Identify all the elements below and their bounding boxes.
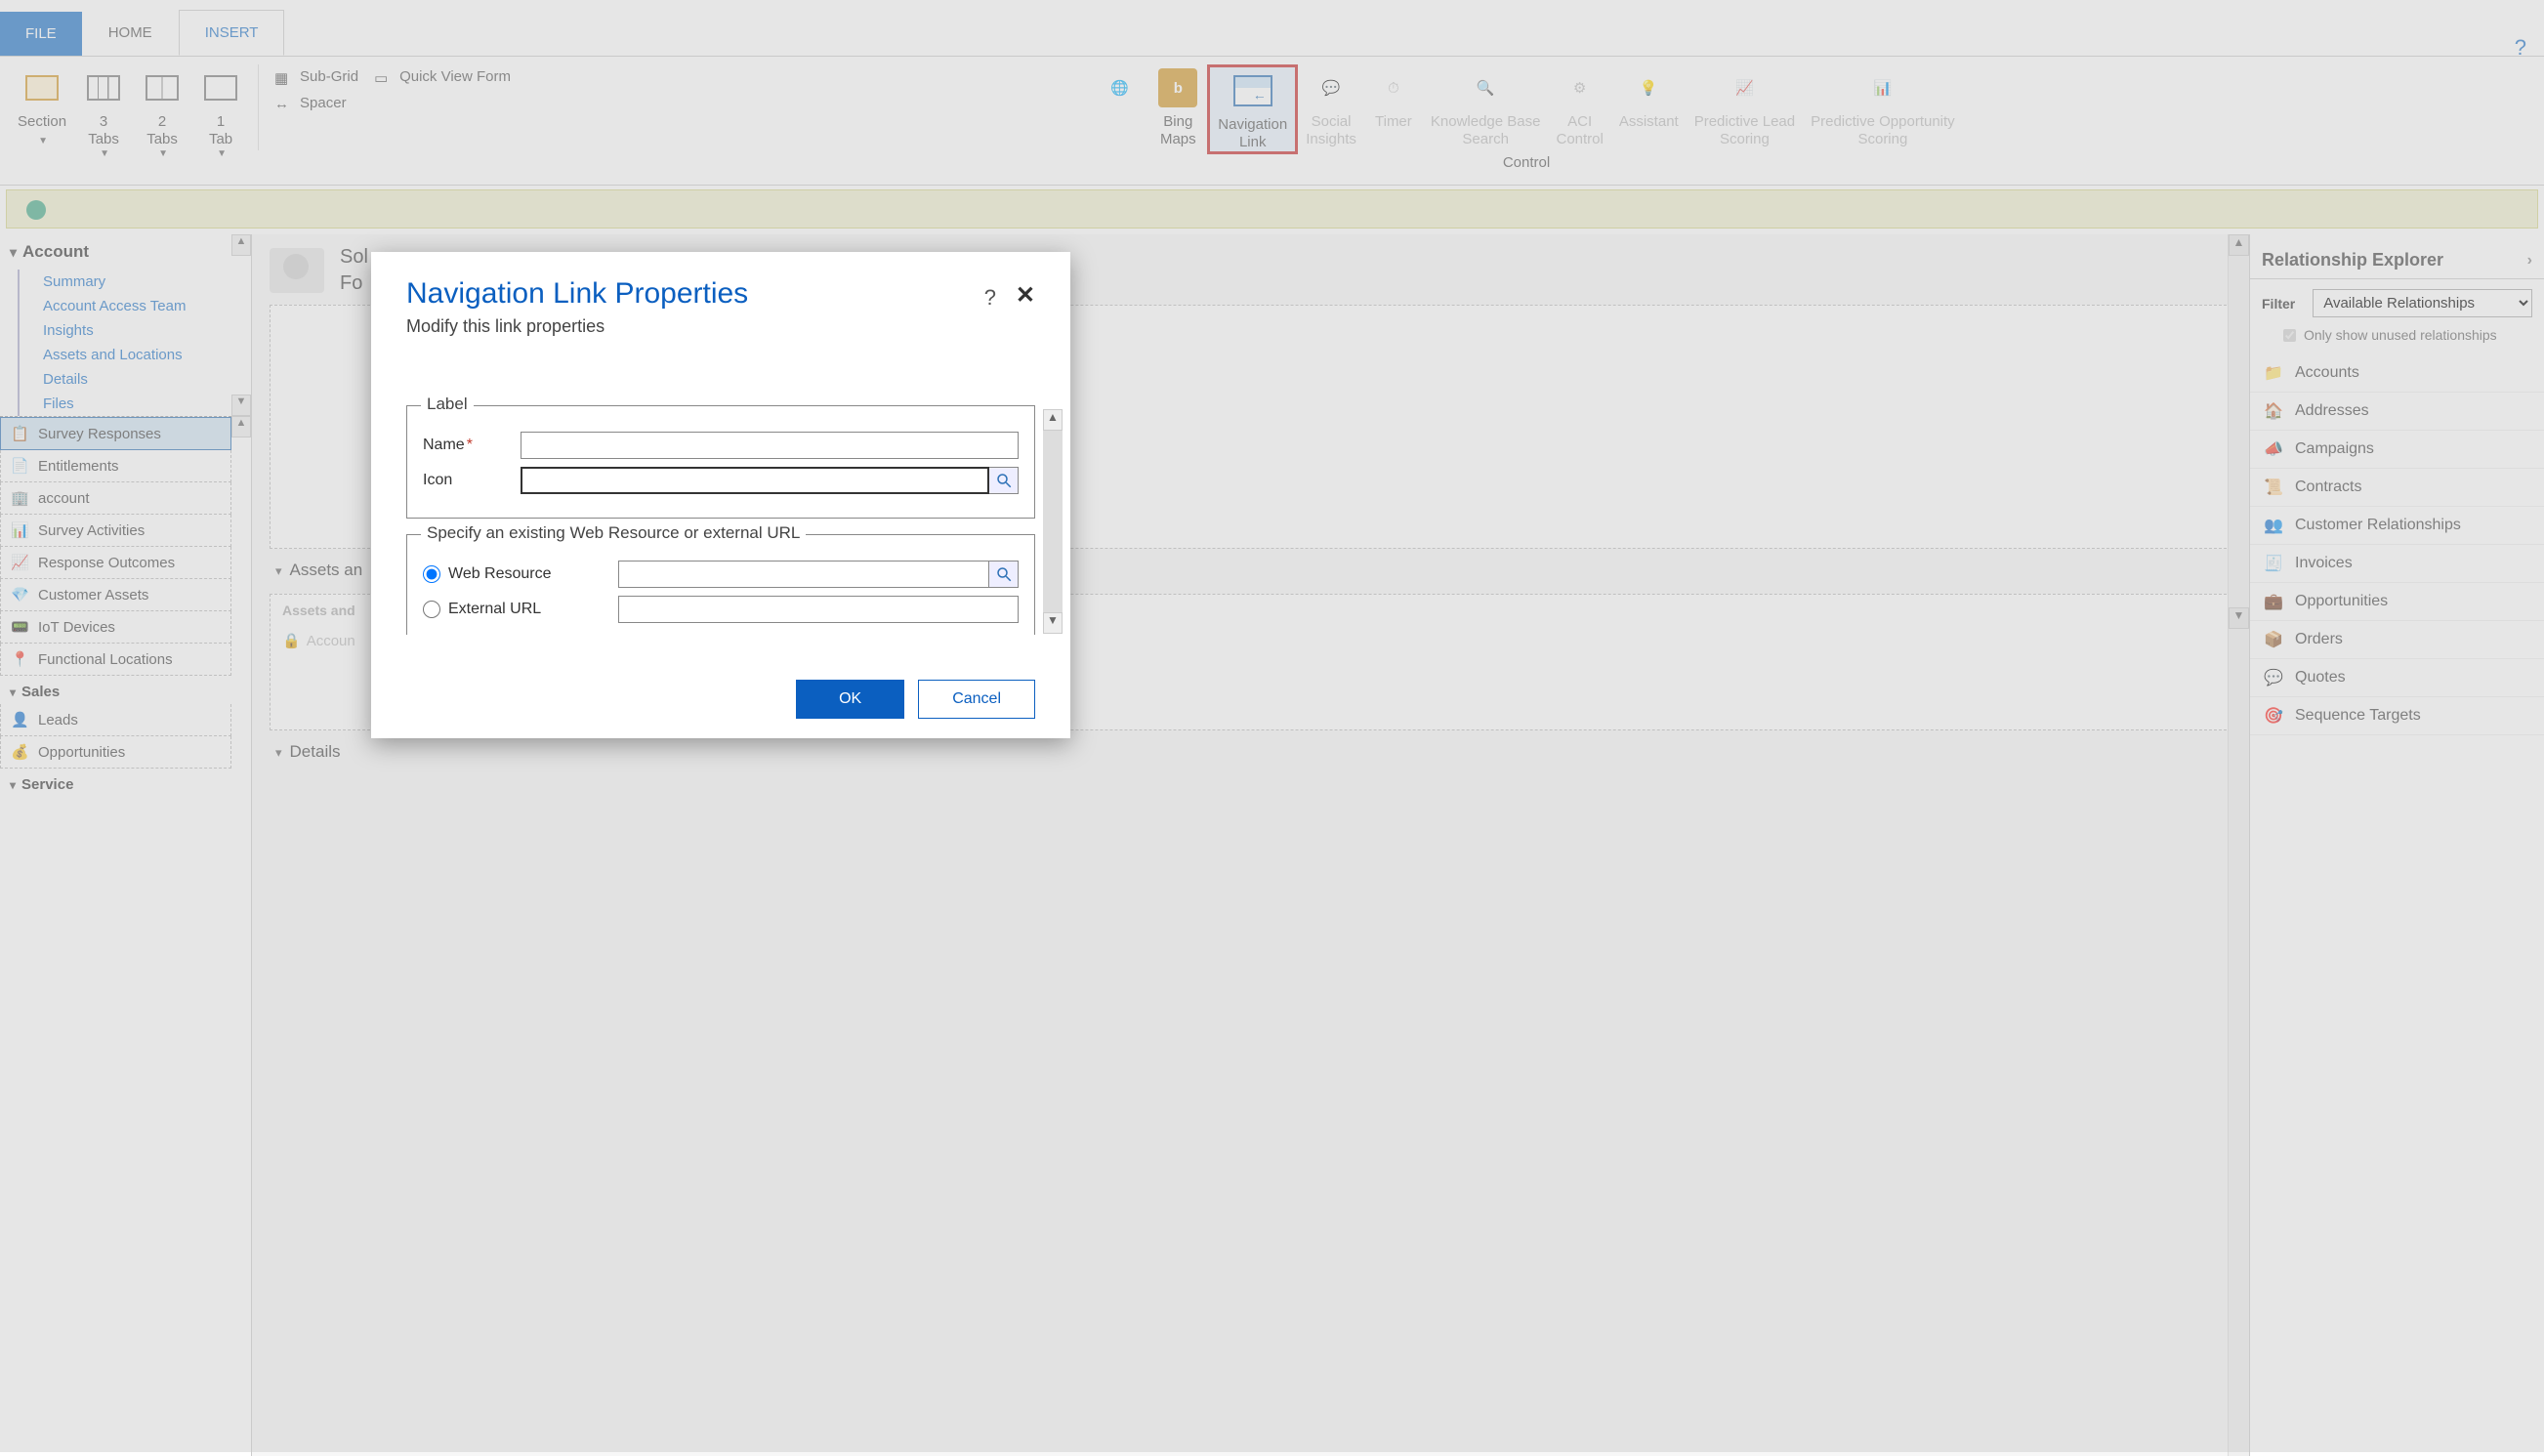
externalurl-label: External URL bbox=[448, 601, 541, 618]
webresource-input[interactable] bbox=[618, 561, 989, 588]
dialog-title: Navigation Link Properties bbox=[406, 277, 1035, 311]
icon-label: Icon bbox=[423, 472, 521, 489]
name-label: Name bbox=[423, 437, 465, 453]
dialog-scroll-down[interactable]: ▼ bbox=[1043, 612, 1063, 634]
dialog-scrollbar[interactable]: ▲ ▼ bbox=[1043, 409, 1063, 666]
legend-resource: Specify an existing Web Resource or exte… bbox=[421, 523, 806, 543]
dialog-close-icon[interactable]: ✕ bbox=[1016, 281, 1035, 310]
ok-button[interactable]: OK bbox=[796, 680, 904, 719]
icon-input[interactable] bbox=[521, 467, 989, 494]
dialog-subtitle: Modify this link properties bbox=[406, 316, 1035, 337]
dialog-scroll-up[interactable]: ▲ bbox=[1043, 409, 1063, 431]
fieldset-label: Label Name* Icon bbox=[406, 405, 1035, 519]
webresource-lookup-button[interactable] bbox=[989, 561, 1019, 588]
fieldset-resource: Specify an existing Web Resource or exte… bbox=[406, 534, 1035, 635]
name-input[interactable] bbox=[521, 432, 1019, 459]
webresource-label: Web Resource bbox=[448, 565, 552, 583]
navlink-properties-dialog: Navigation Link Properties Modify this l… bbox=[371, 252, 1070, 738]
icon-lookup-button[interactable] bbox=[989, 467, 1019, 494]
legend-label: Label bbox=[421, 395, 474, 414]
radio-externalurl[interactable] bbox=[423, 601, 440, 618]
radio-webresource[interactable] bbox=[423, 565, 440, 583]
dialog-help-icon[interactable]: ? bbox=[984, 285, 996, 311]
externalurl-input[interactable] bbox=[618, 596, 1019, 623]
cancel-button[interactable]: Cancel bbox=[918, 680, 1035, 719]
